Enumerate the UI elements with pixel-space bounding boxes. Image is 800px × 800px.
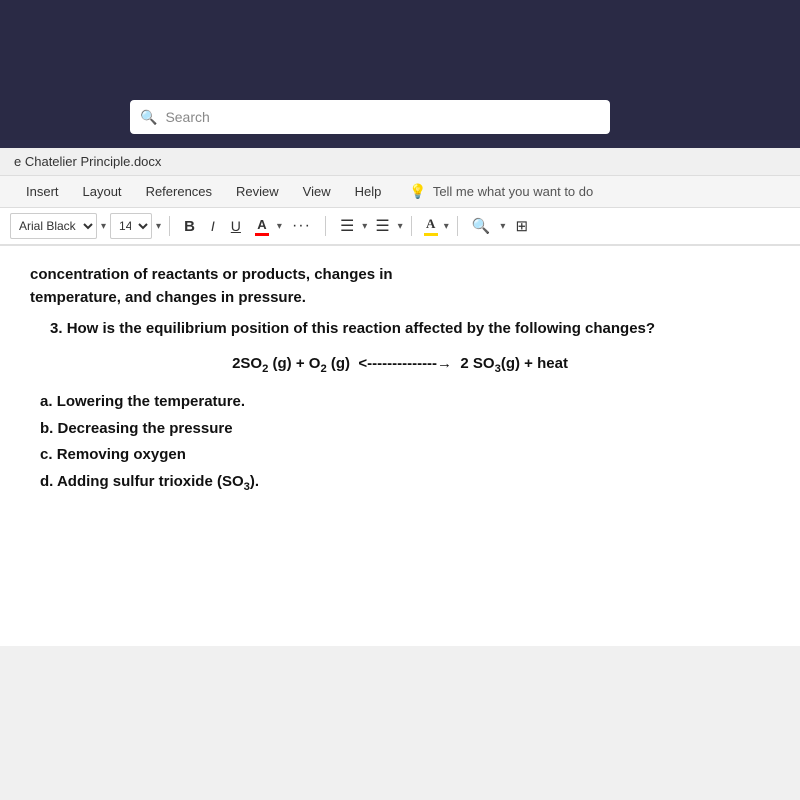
doc-content: concentration of reactants or products, … bbox=[0, 246, 800, 646]
indent-chevron[interactable]: ▾ bbox=[398, 221, 403, 232]
menu-view[interactable]: View bbox=[291, 180, 343, 203]
answer-b: b. Decreasing the pressure bbox=[40, 418, 770, 441]
indent-button[interactable]: ☰ bbox=[369, 213, 395, 239]
menu-help[interactable]: Help bbox=[343, 180, 394, 203]
bold-button[interactable]: B bbox=[178, 213, 201, 239]
font-size-select[interactable]: 14 bbox=[110, 213, 152, 239]
divider-1 bbox=[169, 216, 170, 236]
font-color-button[interactable]: A bbox=[251, 215, 273, 238]
search-bar-container: 🔍 Search bbox=[130, 100, 610, 134]
search-chevron[interactable]: ▾ bbox=[500, 221, 505, 232]
answer-d-text-prefix: Adding sulfur trioxide (SO bbox=[57, 473, 244, 490]
answer-b-text: Decreasing the pressure bbox=[58, 420, 233, 437]
menu-review[interactable]: Review bbox=[224, 180, 291, 203]
answers-list: a. Lowering the temperature. b. Decreasi… bbox=[30, 391, 770, 495]
view-button[interactable]: ⊞ bbox=[509, 213, 534, 239]
question-3: 3. How is the equilibrium position of th… bbox=[30, 318, 770, 339]
partial-line: concentration of reactants or products, … bbox=[30, 266, 770, 283]
search-button[interactable]: 🔍 bbox=[466, 213, 497, 239]
answer-d-text-suffix: ). bbox=[250, 473, 259, 490]
font-color-bar bbox=[255, 233, 269, 236]
underline-button[interactable]: U bbox=[225, 213, 247, 239]
answer-d: d. Adding sulfur trioxide (SO3). bbox=[40, 471, 770, 496]
list-chevron[interactable]: ▾ bbox=[362, 221, 367, 232]
answer-b-label: b. bbox=[40, 420, 58, 437]
highlight-button[interactable]: A bbox=[420, 214, 442, 238]
answer-d-label: d. bbox=[40, 473, 57, 490]
question-number: 3. bbox=[50, 320, 63, 337]
list-buttons: ☰ ▾ ☰ ▾ bbox=[334, 213, 403, 239]
bold-line: temperature, and changes in pressure. bbox=[30, 289, 770, 306]
font-name-chevron: ▾ bbox=[101, 221, 106, 232]
font-name-select[interactable]: Arial Black bbox=[10, 213, 97, 239]
menu-search-text: Tell me what you want to do bbox=[433, 184, 593, 199]
highlight-label: A bbox=[426, 216, 435, 232]
toolbar: Arial Black ▾ 14 ▾ B I U A ▾ ··· ☰ ▾ ☰ bbox=[0, 208, 800, 246]
menu-bar: Insert Layout References Review View Hel… bbox=[0, 176, 800, 208]
menu-references[interactable]: References bbox=[134, 180, 224, 203]
search-bar[interactable]: 🔍 Search bbox=[130, 100, 610, 134]
highlight-chevron[interactable]: ▾ bbox=[444, 221, 449, 232]
answer-a: a. Lowering the temperature. bbox=[40, 391, 770, 414]
font-color-label: A bbox=[257, 217, 266, 232]
document-title: e Chatelier Principle.docx bbox=[14, 154, 161, 169]
font-size-chevron: ▾ bbox=[156, 221, 161, 232]
highlight-group: A ▾ bbox=[420, 214, 449, 238]
search-icon: 🔍 bbox=[140, 109, 157, 126]
more-options-button[interactable]: ··· bbox=[286, 213, 317, 239]
list-button[interactable]: ☰ bbox=[334, 213, 360, 239]
font-color-chevron[interactable]: ▾ bbox=[277, 221, 282, 232]
title-bar: e Chatelier Principle.docx bbox=[0, 148, 800, 176]
menu-search-area[interactable]: 💡 Tell me what you want to do bbox=[409, 183, 593, 200]
answer-c: c. Removing oxygen bbox=[40, 444, 770, 467]
answer-c-label: c. bbox=[40, 446, 57, 463]
search-input-placeholder[interactable]: Search bbox=[165, 109, 209, 125]
lightbulb-icon: 💡 bbox=[409, 183, 426, 200]
answer-a-label: a. bbox=[40, 393, 57, 410]
divider-2 bbox=[325, 216, 326, 236]
reaction-equation: 2SO2 (g) + O2 (g) <--------------→ 2 SO3… bbox=[30, 355, 770, 375]
divider-4 bbox=[457, 216, 458, 236]
answer-c-text: Removing oxygen bbox=[57, 446, 186, 463]
divider-3 bbox=[411, 216, 412, 236]
word-window: e Chatelier Principle.docx Insert Layout… bbox=[0, 148, 800, 800]
menu-insert[interactable]: Insert bbox=[14, 180, 71, 203]
question-text: How is the equilibrium position of this … bbox=[67, 320, 655, 337]
highlight-color-bar bbox=[424, 233, 438, 236]
screen: 🔍 Search e Chatelier Principle.docx Inse… bbox=[0, 0, 800, 800]
menu-layout[interactable]: Layout bbox=[71, 180, 134, 203]
italic-button[interactable]: I bbox=[205, 213, 221, 239]
answer-a-text: Lowering the temperature. bbox=[57, 393, 245, 410]
